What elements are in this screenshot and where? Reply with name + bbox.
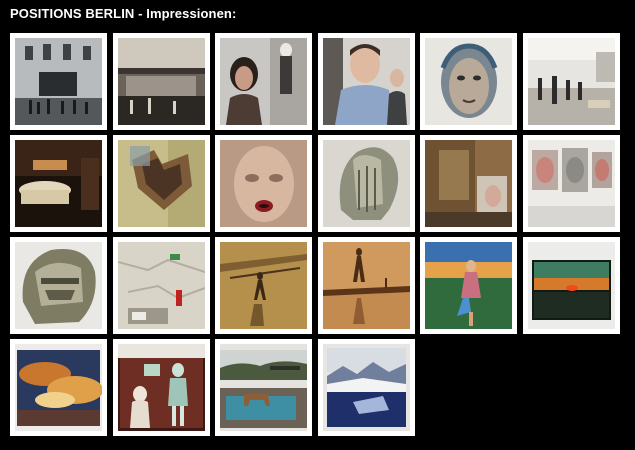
thumbnail-image: [220, 242, 307, 329]
thumbnail-painted-face[interactable]: [420, 33, 517, 130]
thumbnail-image: [527, 140, 615, 227]
thumbnail-gallery: [10, 33, 620, 436]
thumbnail-man-sculpture[interactable]: [317, 33, 415, 130]
thumbnail-image: [322, 242, 410, 329]
thumbnail-image: [117, 140, 205, 227]
thumbnail-dancer-painting[interactable]: [420, 237, 517, 334]
thumbnail-image: [322, 38, 410, 125]
thumbnail-image: [117, 344, 205, 431]
thumbnail-sepia-figure[interactable]: [215, 237, 312, 334]
thumbnail-two-figures[interactable]: [112, 339, 210, 436]
thumbnail-image: [15, 344, 102, 431]
thumbnail-mountain-lake[interactable]: [317, 339, 415, 436]
thumbnail-image: [425, 38, 512, 125]
thumbnail-image: [15, 242, 102, 329]
thumbnail-glass-head-closeup[interactable]: [10, 237, 107, 334]
thumbnail-amber-reflection[interactable]: [317, 237, 415, 334]
thumbnail-image: [527, 38, 615, 125]
thumbnail-building-facade[interactable]: [10, 33, 107, 130]
thumbnail-heart-collage[interactable]: [112, 135, 210, 232]
thumbnail-image: [527, 242, 615, 329]
thumbnail-blurred-face[interactable]: [215, 135, 312, 232]
thumbnail-bathtub-installation[interactable]: [10, 135, 107, 232]
thumbnail-gallery-atrium[interactable]: [112, 33, 210, 130]
thumbnail-woman-portrait[interactable]: [215, 33, 312, 130]
thumbnail-face-panels[interactable]: [522, 135, 620, 232]
thumbnail-image: [220, 38, 307, 125]
thumbnail-image: [425, 242, 512, 329]
thumbnail-image: [425, 140, 512, 227]
thumbnail-glass-head[interactable]: [317, 135, 415, 232]
page-title: POSITIONS BERLIN - Impressionen:: [10, 6, 237, 21]
thumbnail-image: [117, 242, 205, 329]
thumbnail-abstract-painting[interactable]: [420, 135, 517, 232]
thumbnail-exhibition-hall[interactable]: [522, 33, 620, 130]
thumbnail-image: [220, 140, 307, 227]
thumbnail-cracked-wall[interactable]: [112, 237, 210, 334]
thumbnail-image: [15, 140, 102, 227]
thumbnail-image: [220, 344, 307, 431]
thumbnail-image: [117, 38, 205, 125]
thumbnail-sunset-landscape[interactable]: [522, 237, 620, 334]
thumbnail-pool-horse[interactable]: [215, 339, 312, 436]
thumbnail-image: [322, 140, 410, 227]
thumbnail-image: [15, 38, 102, 125]
thumbnail-cloudy-sky[interactable]: [10, 339, 107, 436]
thumbnail-image: [322, 344, 410, 431]
